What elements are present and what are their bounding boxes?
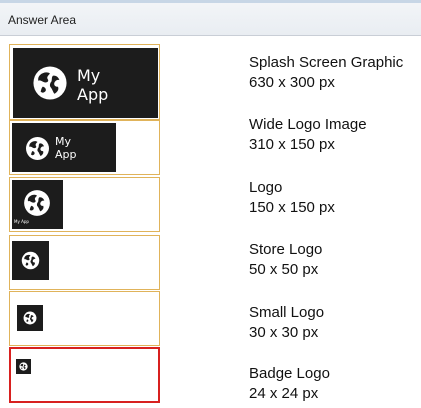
small-logo-tile[interactable] [9,291,160,346]
globe-icon [23,189,51,217]
store-logo-tile[interactable] [9,235,160,290]
logo-text-my: My [77,66,101,85]
item-size: 30 x 30 px [249,324,319,341]
logo-caption: My App [14,219,29,224]
globe-icon [32,65,68,101]
badge-logo-image [16,359,31,374]
item-name: Badge Logo [249,365,330,382]
logo-label: Logo 150 x 150 px [249,178,335,218]
item-name: Logo [249,179,283,196]
item-size: 630 x 300 px [249,74,335,91]
item-size: 310 x 150 px [249,136,335,153]
logo-text-app: App [55,148,77,161]
item-size: 24 x 24 px [249,385,319,402]
globe-icon [19,362,28,371]
logo-tile[interactable]: My App [9,177,160,232]
item-size: 150 x 150 px [249,199,335,216]
wide-logo-image: My App [12,123,116,172]
badge-logo-tile[interactable] [9,347,160,403]
badge-logo-label: Badge Logo 24 x 24 px [249,364,330,404]
item-name: Small Logo [249,304,325,321]
logo-text-my: My [55,135,72,148]
globe-icon [21,251,40,270]
wide-logo-label: Wide Logo Image 310 x 150 px [249,115,367,155]
logo-text-app: App [77,85,109,104]
wide-logo-tile[interactable]: My App [9,120,160,175]
small-logo-image [17,305,43,331]
item-name: Store Logo [249,241,323,258]
store-logo-label: Store Logo 50 x 50 px [249,240,322,280]
answer-area-header: Answer Area [0,0,421,36]
globe-icon [25,136,50,161]
splash-screen-logo: My App [13,48,158,118]
logo-image: My App [12,180,63,229]
small-logo-label: Small Logo 30 x 30 px [249,303,324,343]
store-logo-image [12,241,49,280]
item-size: 50 x 50 px [249,261,319,278]
globe-icon [23,311,37,325]
splash-screen-label: Splash Screen Graphic 630 x 300 px [249,53,403,93]
splash-screen-tile[interactable]: My App [9,44,160,120]
header-title: Answer Area [8,13,77,27]
item-name: Splash Screen Graphic [249,54,404,71]
item-name: Wide Logo Image [249,116,367,133]
